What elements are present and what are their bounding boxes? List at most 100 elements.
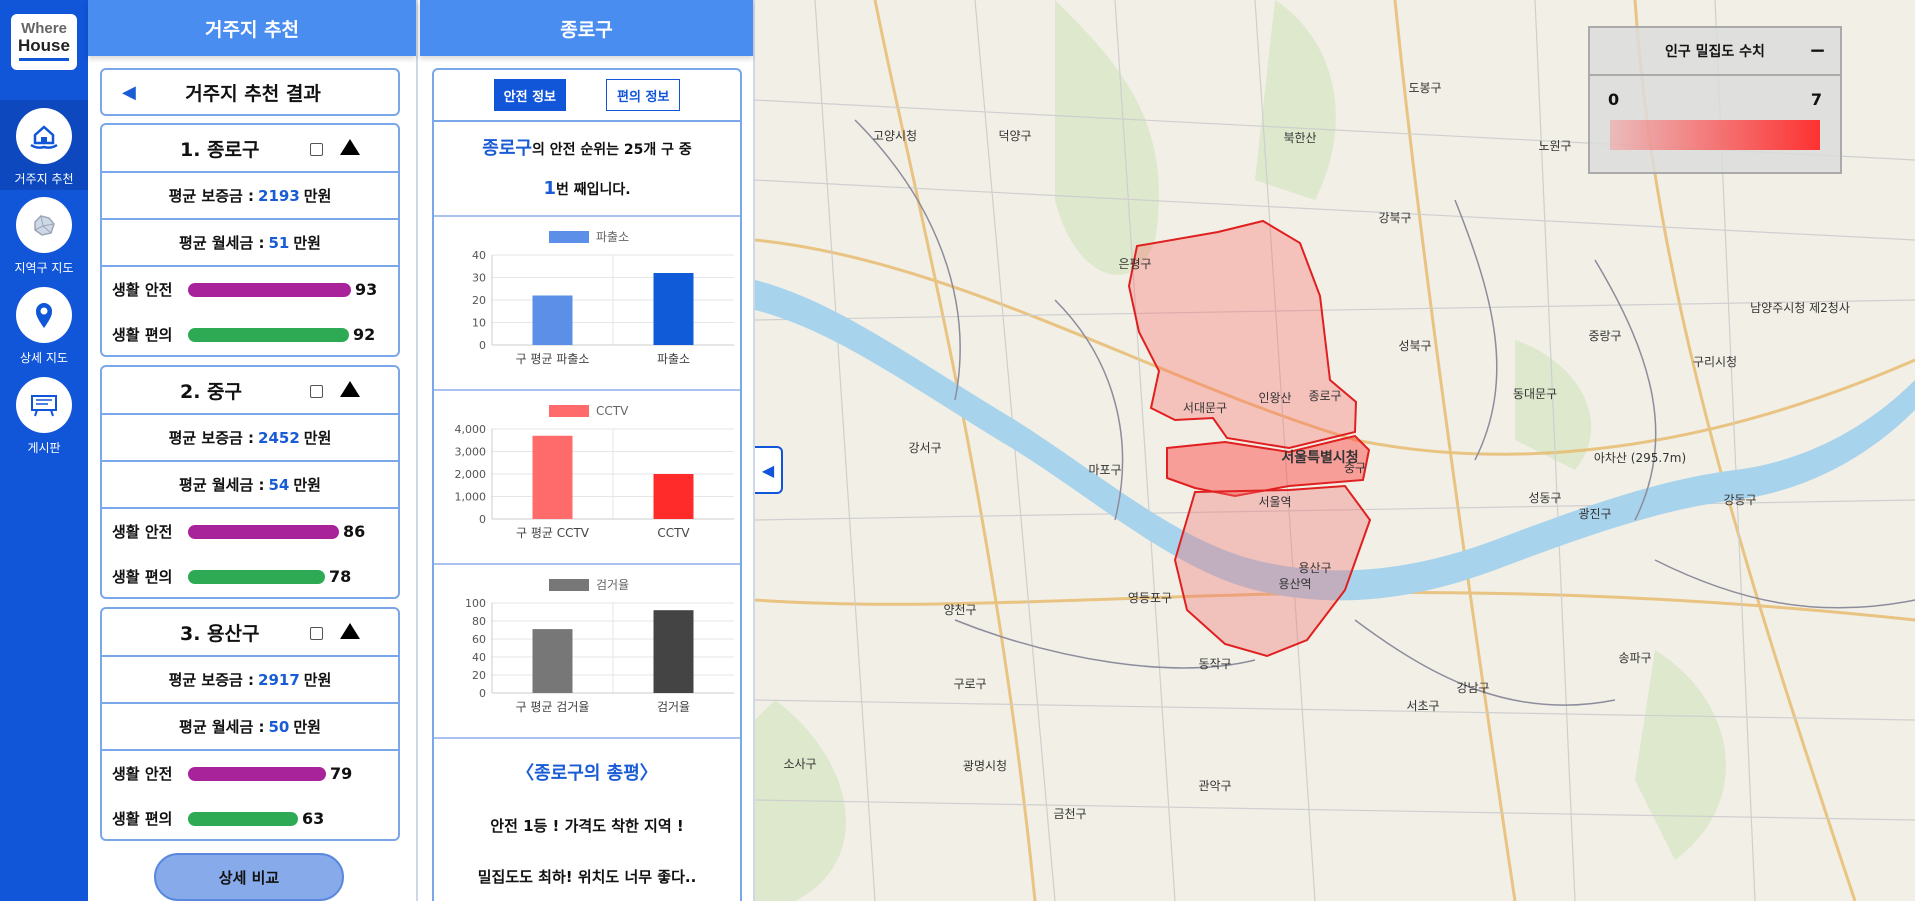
convenience-bar	[188, 327, 349, 342]
map-place-label: 노원구	[1538, 139, 1571, 153]
legend-gradient	[1610, 120, 1820, 150]
district-card: 3. 용산구 평균 보증금 : 2917 만원 평균 월세금 : 50 만원 생…	[100, 607, 400, 841]
rent-row: 평균 월세금 : 54 만원	[102, 462, 398, 509]
x-tick-label: 파출소	[657, 352, 690, 366]
rank-number: 1	[543, 178, 556, 199]
y-tick-label: 20	[472, 294, 486, 307]
safety-score: 79	[330, 764, 353, 783]
house-hand-icon	[16, 108, 72, 164]
legend-label: 검거율	[596, 578, 629, 592]
deposit-row: 평균 보증금 : 2193 만원	[102, 173, 398, 220]
map-place-label: 양천구	[943, 602, 976, 617]
rent-label: 평균 월세금 :	[179, 476, 265, 494]
info-tabs: 안전 정보 편의 정보	[434, 70, 740, 122]
tab-convenience-info[interactable]: 편의 정보	[606, 79, 681, 111]
rent-unit: 만원	[293, 476, 321, 494]
map-place-label: 강남구	[1456, 681, 1489, 695]
safety-metric: 생활 안전 86	[102, 509, 398, 554]
nav-item-board[interactable]: 게시판	[0, 377, 88, 456]
deposit-label: 평균 보증금 :	[168, 429, 255, 447]
rank-sentence-2: 1번 째입니다.	[434, 178, 740, 199]
map-place-label: 광명시청	[963, 759, 1007, 773]
convenience-bar	[188, 811, 298, 826]
nav-label-district-map: 지역구 지도	[14, 261, 74, 275]
deposit-row: 평균 보증금 : 2917 만원	[102, 657, 398, 704]
safety-bar	[188, 524, 339, 539]
map-place-label: 아차산 (295.7m)	[1594, 451, 1686, 465]
nav-item-detail-map[interactable]: 상세 지도	[0, 287, 88, 366]
collapse-triangle-icon[interactable]	[340, 381, 360, 397]
convenience-score: 92	[353, 325, 376, 344]
map-place-label: 강동구	[1723, 493, 1756, 507]
logo-line1: Where	[21, 20, 67, 37]
map-place-label: 구리시청	[1693, 355, 1737, 369]
y-tick-label: 0	[479, 513, 486, 526]
legend-range: 0 7	[1590, 76, 1840, 172]
convenience-bar	[188, 569, 325, 584]
back-arrow-icon[interactable]: ◀	[122, 82, 138, 103]
convenience-metric: 생활 편의 63	[102, 796, 398, 841]
convenience-score: 63	[302, 809, 325, 828]
card-district-name: 1. 종로구	[180, 138, 260, 161]
logo-underline	[19, 58, 69, 61]
y-tick-label: 1,000	[455, 491, 487, 504]
y-tick-label: 0	[479, 687, 486, 700]
collapse-triangle-icon[interactable]	[340, 139, 360, 155]
tab-safety-info[interactable]: 안전 정보	[493, 79, 566, 111]
district-card: 2. 중구 평균 보증금 : 2452 만원 평균 월세금 : 54 만원 생활…	[100, 365, 400, 599]
y-tick-label: 3,000	[455, 446, 487, 459]
bar	[653, 273, 694, 345]
rent-row: 평균 월세금 : 50 만원	[102, 704, 398, 751]
district-map-icon	[16, 197, 72, 253]
compare-checkbox[interactable]	[310, 143, 323, 156]
district-card: 1. 종로구 평균 보증금 : 2193 만원 평균 월세금 : 51 만원 생…	[100, 123, 400, 357]
chart-arrest: 검거율 0 20 40 60 80 100 구 평균 검거율 검거율	[434, 563, 740, 737]
deposit-value: 2917	[258, 670, 300, 689]
y-tick-label: 40	[472, 651, 486, 664]
map-place-label: 영등포구	[1128, 591, 1172, 605]
map-place-label: 도봉구	[1408, 81, 1441, 95]
summary-line-1: 안전 1등 ! 가격도 착한 지역 !	[490, 817, 684, 835]
safety-label: 생활 안전	[112, 523, 173, 541]
nav-label-recommend: 거주지 추천	[14, 172, 74, 186]
legend-min: 0	[1608, 90, 1620, 109]
board-icon	[16, 377, 72, 433]
recommend-panel: 거주지 추천 ◀ 거주지 추천 결과 1. 종로구 평균 보증금 : 2193 …	[88, 0, 418, 901]
compare-checkbox[interactable]	[310, 385, 323, 398]
left-nav: Where House 거주지 추천 지역구 지도 상세 지도 게시판	[0, 0, 88, 901]
map-place-label: 용산역	[1278, 577, 1311, 591]
chart-cctv-svg: CCTV 0 1,000 2,000 3,000 4,000 구 평균 CCTV CCTV	[455, 404, 734, 540]
rank-sentence-1: 종로구의 안전 순위는 25개 구 중	[434, 134, 740, 160]
collapse-triangle-icon[interactable]	[340, 623, 360, 639]
deposit-label: 평균 보증금 :	[168, 187, 255, 205]
card-district-name: 2. 중구	[180, 380, 243, 403]
nav-item-district-map[interactable]: 지역구 지도	[0, 197, 88, 276]
rent-unit: 만원	[293, 718, 321, 736]
detail-compare-button[interactable]: 상세 비교	[154, 853, 344, 901]
app-logo[interactable]: Where House	[11, 14, 77, 70]
compare-checkbox[interactable]	[310, 627, 323, 640]
y-tick-label: 4,000	[455, 423, 487, 436]
safety-metric: 생활 안전 93	[102, 267, 398, 312]
map-place-label: 종로구	[1308, 389, 1341, 403]
map-place-label: 마포구	[1088, 463, 1121, 477]
bar	[532, 435, 573, 519]
bar	[532, 295, 573, 345]
map-place-label: 북한산	[1283, 131, 1316, 145]
legend-swatch	[549, 231, 589, 243]
district-panel: 종로구 안전 정보 편의 정보 종로구의 안전 순위는 25개 구 중 1번 째…	[420, 0, 755, 901]
card-district-name: 3. 용산구	[180, 622, 260, 645]
safety-score: 93	[355, 280, 378, 299]
location-pin-icon	[16, 287, 72, 343]
map-place-label: 은평구	[1118, 257, 1151, 271]
map-place-label: 남양주시청 제2청사	[1750, 301, 1850, 315]
deposit-label: 평균 보증금 :	[168, 671, 255, 689]
rent-label: 평균 월세금 :	[179, 234, 265, 252]
nav-item-recommend[interactable]: 거주지 추천	[0, 108, 88, 187]
summary-line-2: 밀집도도 최하! 위치도 너무 좋다..	[477, 868, 697, 886]
x-tick-label: CCTV	[657, 526, 690, 540]
convenience-label: 생활 편의	[112, 810, 173, 828]
collapse-panel-button[interactable]: ◀	[755, 446, 783, 494]
legend-minimize-button[interactable]: −	[1809, 38, 1826, 62]
nav-label-detail-map: 상세 지도	[20, 351, 68, 365]
